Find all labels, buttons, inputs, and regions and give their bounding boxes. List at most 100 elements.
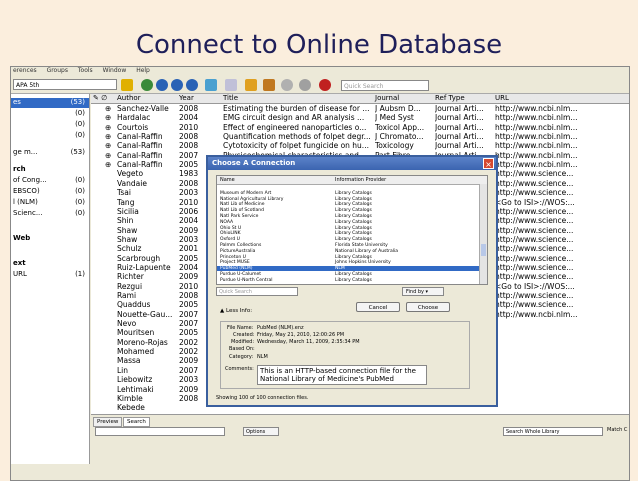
connection-item[interactable]: NOAA Library Catalogs <box>217 220 479 225</box>
online-db-library-of-congress[interactable]: of Cong... (0) <box>11 176 89 186</box>
table-cell: Kebede <box>117 403 145 413</box>
column-journal[interactable]: Journal <box>375 94 399 102</box>
connection-provider: Library Catalogs <box>335 214 372 219</box>
connection-item[interactable]: Purdue U-Calumet Library Catalogs <box>217 272 479 277</box>
attachment-icon: ⊕ <box>105 150 112 160</box>
connection-item[interactable]: OhioLINK Library Catalogs <box>217 231 479 236</box>
groups-sidebar: es (53) (0) (0) (0) ge m... (53) rch of Co… <box>11 94 90 464</box>
column-author[interactable]: Author <box>117 94 141 102</box>
attachment-column-icon[interactable]: ✎ ∅ <box>93 94 107 102</box>
find-by-button[interactable]: Find by ▾ <box>402 287 444 296</box>
scrollbar-thumb[interactable] <box>481 244 486 256</box>
format-icon[interactable] <box>281 79 293 91</box>
connection-provider: Library Catalogs <box>335 219 372 225</box>
table-row[interactable]: ⊕ Canal-Raffin 2008 Cytotoxicity of folpet … <box>91 141 629 150</box>
dialog-close-button[interactable]: × <box>483 158 494 169</box>
column-url[interactable]: URL <box>495 94 509 102</box>
folder-icon[interactable] <box>121 79 133 91</box>
online-search-icon[interactable] <box>141 79 153 91</box>
column-information-provider[interactable]: Information Provider <box>335 177 386 183</box>
connection-item[interactable] <box>217 185 479 190</box>
table-cell: http://www.science... <box>495 300 574 310</box>
options-button[interactable]: Options <box>243 427 279 436</box>
connection-item[interactable]: Museum of Modern Art Library Catalogs <box>217 191 479 196</box>
column-ref-type[interactable]: Ref Type <box>435 94 465 102</box>
search-scope-select[interactable]: Search Whole Library <box>503 427 603 436</box>
online-db-ebsco[interactable]: EBSCO) (0) <box>11 187 89 197</box>
connection-name: Natl Lib of Medicine <box>220 202 265 208</box>
table-cell: http://www.science... <box>495 169 574 179</box>
group-item[interactable]: ge m... (53) <box>11 148 89 158</box>
online-db-web-of-science[interactable]: Scienc... (0) <box>11 209 89 219</box>
table-row[interactable]: ⊕ Sanchez-Valle 2008 Estimating the burden … <box>91 104 629 113</box>
group-count: (0) <box>75 187 85 195</box>
match-case-checkbox[interactable]: Match C <box>607 427 627 433</box>
connection-item[interactable]: Project MUSE Johns Hopkins University <box>217 260 479 265</box>
connection-item[interactable]: PictureAustralia National Library of Aust… <box>217 249 479 254</box>
help-icon[interactable] <box>319 79 331 91</box>
online-db-pubmed[interactable]: l (NLM) (0) <box>11 198 89 208</box>
connection-item[interactable]: Purdue U-North Central Library Catalogs <box>217 278 479 283</box>
attach-icon[interactable] <box>245 79 257 91</box>
menu-groups[interactable]: Groups <box>47 67 68 74</box>
table-cell: Liebowitz <box>117 375 153 385</box>
cancel-button[interactable]: Cancel <box>356 302 400 312</box>
menu-tools[interactable]: Tools <box>78 67 93 74</box>
menu-help[interactable]: Help <box>136 67 150 74</box>
group-item[interactable]: (0) <box>11 120 89 130</box>
download-icon[interactable] <box>186 79 198 91</box>
search-field[interactable] <box>95 427 225 436</box>
connection-item[interactable]: PubMed (NLM) NLM <box>217 266 479 272</box>
connection-item[interactable]: Palmm Collections Florida State Universit… <box>217 243 479 248</box>
group-found-url[interactable]: URL (1) <box>11 270 89 280</box>
table-cell: J Chromato... <box>375 132 424 142</box>
menu-window[interactable]: Window <box>103 67 127 74</box>
connection-item[interactable]: Natl Lib of Medicine Library Catalogs <box>217 202 479 207</box>
connection-list-scrollbar[interactable] <box>479 184 487 284</box>
column-title[interactable]: Title <box>223 94 238 102</box>
tab-search[interactable]: Search <box>123 417 150 427</box>
local-search-icon[interactable] <box>156 79 168 91</box>
group-label: of Cong... <box>13 176 47 184</box>
column-year[interactable]: Year <box>179 94 194 102</box>
table-cell: Journal Arti... <box>435 104 484 113</box>
tab-preview[interactable]: Preview <box>93 417 123 427</box>
table-row[interactable]: ⊕ Canal-Raffin 2008 Quantification methods … <box>91 132 629 141</box>
table-cell: Vandaie <box>117 178 147 188</box>
menu-preferences[interactable]: erences <box>13 67 37 74</box>
table-cell: Kimble <box>117 393 143 403</box>
connection-item[interactable]: Oxford U Library Catalogs <box>217 237 479 242</box>
table-cell: EMG circuit design and AR analysis ... <box>223 113 365 123</box>
table-cell: Quantification methods of folpet degr... <box>223 132 371 142</box>
quick-search-input[interactable]: Quick Search <box>341 80 429 91</box>
group-all-references[interactable]: es (53) <box>11 98 89 108</box>
table-cell: http://www.science... <box>495 206 574 216</box>
table-cell: Vegeto <box>117 169 144 179</box>
group-item[interactable]: (0) <box>11 109 89 119</box>
column-name[interactable]: Name <box>220 177 235 183</box>
table-cell: Schulz <box>117 244 142 254</box>
connection-item[interactable]: Natl Lib of Scotland Library Catalogs <box>217 208 479 213</box>
group-label: Scienc... <box>13 209 43 217</box>
created-value: Friday, May 21, 2010, 12:00:26 PM <box>257 332 345 338</box>
comments-textarea[interactable]: This is an HTTP-based connection file fo… <box>257 365 427 385</box>
less-info-toggle[interactable]: ▲ Less Info: <box>220 308 252 314</box>
table-cell: Journal Arti... <box>435 122 484 132</box>
dialog-quick-search-input[interactable]: Quick Search <box>216 287 298 296</box>
edit-icon[interactable] <box>225 79 237 91</box>
group-count: (1) <box>75 270 85 278</box>
refresh-icon[interactable] <box>299 79 311 91</box>
toggle-icon: ▲ <box>220 308 225 314</box>
modified-label: Modified: <box>231 339 255 345</box>
integrated-search-icon[interactable] <box>171 79 183 91</box>
table-row[interactable]: ⊕ Courtois 2010 Effect of engineered nanopa… <box>91 123 629 132</box>
connection-item[interactable]: Natl Park Service Library Catalogs <box>217 214 479 219</box>
style-select[interactable]: APA 5th <box>13 79 117 90</box>
choose-button[interactable]: Choose <box>406 302 450 312</box>
group-item[interactable]: (0) <box>11 131 89 141</box>
find-text-icon[interactable] <box>263 79 275 91</box>
table-cell: http://www.ncbi.nlm... <box>495 160 578 170</box>
new-reference-icon[interactable] <box>205 79 217 91</box>
table-row[interactable]: ⊕ Hardalac 2004 EMG circuit design and AR a… <box>91 113 629 122</box>
toolbar: APA 5th Quick Search <box>11 77 629 94</box>
